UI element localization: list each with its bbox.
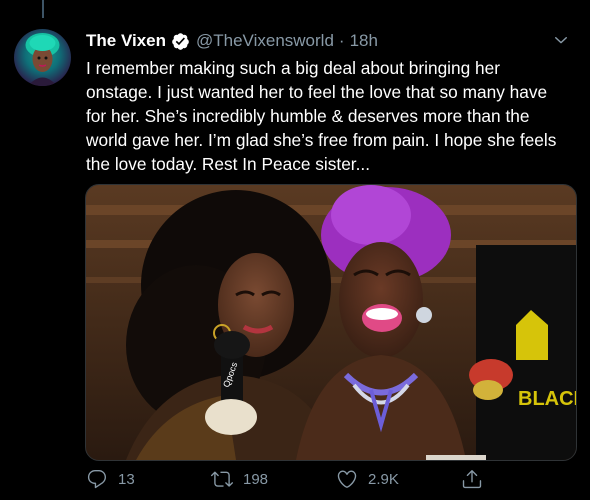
reply-count: 13 <box>118 470 135 488</box>
tweet-text-line: world gave her. I’m glad she’s free from… <box>86 130 557 150</box>
reply-icon <box>87 470 107 489</box>
tweet-text-line: the love today. Rest In Peace sister... <box>86 154 371 174</box>
handle[interactable]: @TheVixensworld <box>196 31 334 51</box>
avatar-image <box>25 33 60 86</box>
avatar[interactable] <box>14 29 71 86</box>
tweet-photo[interactable]: BLACK Qpocs <box>85 184 577 461</box>
like-button[interactable]: 2.9K <box>336 468 461 490</box>
photo-sign-text: BLACK <box>518 388 576 410</box>
tweet-text-line: onstage. I just wanted her to feel the l… <box>86 82 548 102</box>
tweet-text: I remember making such a big deal about … <box>86 56 580 176</box>
photo-illustration: BLACK Qpocs <box>86 185 576 460</box>
chevron-down-icon[interactable] <box>552 31 570 49</box>
reply-button[interactable]: 13 <box>86 468 211 490</box>
display-name[interactable]: The Vixen <box>86 31 166 51</box>
verified-badge-icon <box>172 32 189 50</box>
tweet-actions: 13 198 2.9K <box>86 468 506 500</box>
separator-dot: · <box>338 31 345 50</box>
timestamp[interactable]: 18h <box>350 31 378 51</box>
retweet-button[interactable]: 198 <box>211 468 336 490</box>
share-button[interactable] <box>461 468 493 490</box>
heart-icon <box>337 470 357 488</box>
retweet-count: 198 <box>243 470 269 488</box>
thread-line <box>42 0 44 18</box>
share-icon <box>462 470 482 489</box>
tweet-text-line: I remember making such a big deal about … <box>86 58 501 78</box>
retweet-icon <box>211 471 233 487</box>
tweet-header: The Vixen @TheVixensworld · 18h <box>86 29 570 53</box>
tweet-text-line: for her. She’s incredibly humble & deser… <box>86 106 530 126</box>
like-count: 2.9K <box>368 470 399 488</box>
